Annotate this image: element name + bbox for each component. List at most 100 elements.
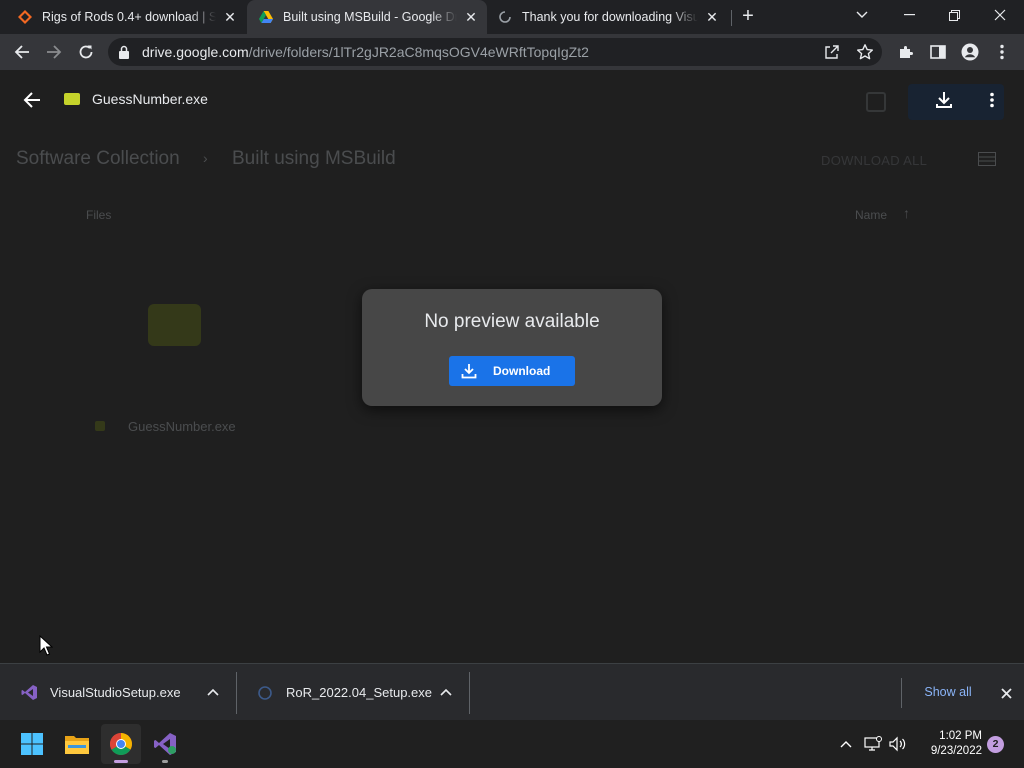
drive-page: Software Collection › Built using MSBuil… — [0, 70, 1024, 663]
share-icon[interactable] — [824, 44, 840, 60]
start-button[interactable] — [12, 724, 52, 764]
forward-button[interactable] — [42, 40, 66, 64]
volume-icon[interactable] — [888, 732, 908, 756]
arrow-left-icon — [14, 45, 29, 59]
file-explorer-button[interactable] — [57, 724, 97, 764]
google-drive-icon — [259, 11, 273, 23]
side-panel-icon — [930, 45, 946, 59]
download-icon — [936, 92, 952, 108]
sourceforge-icon — [18, 10, 32, 24]
download-all-button: DOWNLOAD ALL — [821, 153, 928, 168]
file-type-icon — [64, 93, 80, 105]
puzzle-icon — [900, 46, 913, 58]
tab-title: Thank you for downloading Visual Studio — [522, 10, 698, 24]
lock-icon[interactable] — [118, 45, 130, 59]
system-clock[interactable]: 1:02 PM 9/23/2022 — [916, 729, 982, 759]
download-icon — [459, 361, 479, 381]
minimize-icon — [903, 14, 915, 16]
tab-visual-studio[interactable]: Thank you for downloading Visual Studio … — [490, 0, 726, 34]
loading-spinner-icon — [499, 11, 511, 23]
tab-title: Built using MSBuild - Google Drive — [283, 10, 457, 24]
viewer-download-button[interactable] — [932, 88, 956, 112]
notification-badge[interactable]: 2 — [987, 736, 1004, 753]
back-button[interactable] — [10, 40, 34, 64]
browser-toolbar: drive.google.com/drive/folders/1lTr2gJR2… — [0, 34, 1024, 70]
tab-separator — [731, 10, 732, 26]
url-text[interactable]: drive.google.com/drive/folders/1lTr2gJR2… — [142, 44, 589, 60]
bookmark-star-icon[interactable] — [856, 43, 874, 61]
breadcrumb-root: Software Collection — [16, 148, 180, 169]
no-preview-dialog: No preview available Download — [362, 289, 662, 406]
files-section-label: Files — [86, 208, 112, 222]
viewer-more-button[interactable] — [980, 88, 1004, 112]
chrome-taskbar-button[interactable] — [101, 724, 141, 764]
download-file-name: RoR_2022.04_Setup.exe — [286, 685, 433, 700]
close-icon — [1000, 687, 1012, 699]
shelf-separator — [901, 678, 902, 708]
clock-date: 9/23/2022 — [930, 745, 982, 757]
folder-icon — [65, 736, 89, 754]
kebab-menu-icon — [990, 92, 994, 108]
file-type-icon — [95, 421, 105, 431]
profile-button[interactable] — [958, 40, 982, 64]
download-item[interactable]: RoR_2022.04_Setup.exe — [256, 664, 468, 721]
sort-by-name: Name — [855, 208, 888, 222]
active-indicator — [114, 760, 128, 763]
arrow-right-icon — [47, 45, 62, 59]
chevron-up-icon[interactable] — [438, 684, 454, 700]
tab-search-button[interactable] — [842, 0, 882, 30]
restore-icon — [948, 9, 960, 21]
clock-time: 1:02 PM — [939, 730, 982, 742]
download-button[interactable]: Download — [449, 356, 575, 386]
breadcrumb-current: Built using MSBuild — [232, 148, 396, 169]
download-shelf: VisualStudioSetup.exe RoR_2022.04_Setup.… — [0, 663, 1024, 720]
browser-tab-strip: Rigs of Rods 0.4+ download | SourceForge… — [0, 0, 1024, 34]
chrome-menu-button[interactable] — [990, 40, 1014, 64]
windows-taskbar: 1:02 PM 9/23/2022 2 — [0, 720, 1024, 768]
minimize-button[interactable] — [889, 0, 929, 30]
chevron-up-icon — [840, 741, 852, 748]
installer-icon — [256, 684, 274, 702]
close-viewer-button[interactable] — [20, 88, 44, 112]
url-path: /drive/folders/1lTr2gJR2aC8mqsOGV4eWRftT… — [248, 44, 589, 60]
tab-title: Rigs of Rods 0.4+ download | SourceForge… — [42, 10, 216, 24]
arrow-left-icon — [23, 92, 40, 108]
close-tab-icon[interactable]: ✕ — [222, 9, 238, 25]
visual-studio-icon — [20, 684, 38, 702]
kebab-menu-icon — [1000, 44, 1004, 60]
file-thumbnail — [148, 304, 201, 346]
chrome-icon — [110, 733, 132, 755]
show-hidden-icons-button[interactable] — [836, 732, 856, 756]
tab-rigs-of-rods[interactable]: Rigs of Rods 0.4+ download | SourceForge… — [8, 0, 244, 34]
running-indicator — [162, 760, 168, 763]
chevron-down-icon — [856, 11, 868, 18]
no-preview-message: No preview available — [424, 311, 600, 332]
file-name: GuessNumber.exe — [128, 419, 236, 434]
download-button-label: Download — [493, 364, 551, 378]
shelf-separator — [236, 672, 237, 714]
chevron-right-icon: › — [203, 150, 208, 166]
mouse-cursor-icon — [39, 635, 53, 656]
close-tab-icon[interactable]: ✕ — [463, 9, 479, 25]
download-file-name: VisualStudioSetup.exe — [50, 685, 181, 700]
side-panel-button[interactable] — [926, 40, 950, 64]
windows-logo-icon — [21, 733, 43, 755]
settings-icon — [866, 92, 886, 112]
visual-studio-icon — [154, 733, 176, 755]
close-shelf-button[interactable] — [996, 683, 1016, 703]
show-all-button[interactable]: Show all — [911, 680, 985, 704]
tab-google-drive[interactable]: Built using MSBuild - Google Drive ✕ — [247, 0, 487, 34]
restore-button[interactable] — [934, 0, 974, 30]
close-icon — [994, 9, 1006, 21]
new-tab-button[interactable]: + — [738, 6, 758, 26]
close-tab-icon[interactable]: ✕ — [704, 9, 720, 25]
shelf-separator — [469, 672, 470, 714]
download-item[interactable]: VisualStudioSetup.exe — [20, 664, 232, 721]
close-window-button[interactable] — [980, 0, 1020, 30]
chevron-up-icon[interactable] — [205, 684, 221, 700]
network-icon[interactable] — [863, 732, 883, 756]
extensions-button[interactable] — [894, 40, 918, 64]
reload-button[interactable] — [74, 40, 98, 64]
address-bar[interactable]: drive.google.com/drive/folders/1lTr2gJR2… — [108, 38, 882, 66]
visual-studio-installer-button[interactable] — [145, 724, 185, 764]
